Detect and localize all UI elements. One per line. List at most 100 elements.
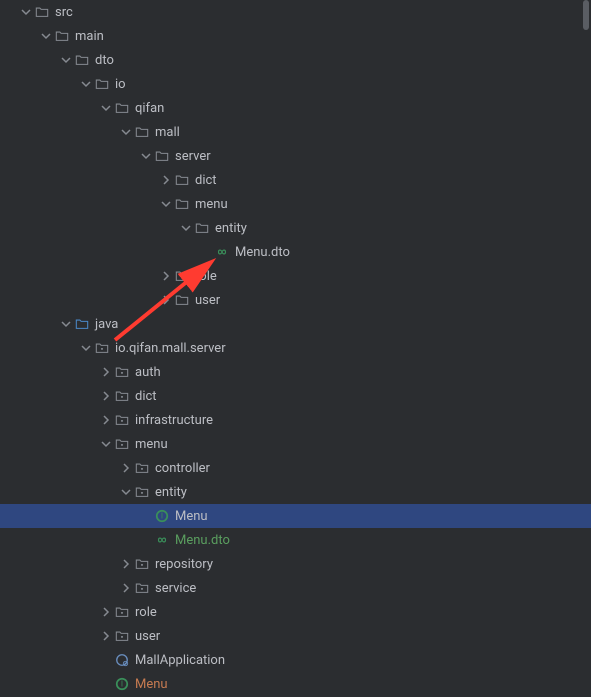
tree-node-menu-dto[interactable]: Menu.dto	[0, 240, 591, 264]
package-icon	[114, 388, 130, 404]
chevron-down-icon[interactable]	[78, 340, 94, 356]
tree-node-menu-dto[interactable]: Menu.dto	[0, 528, 591, 552]
tree-node-dict[interactable]: dict	[0, 384, 591, 408]
folder-icon	[54, 28, 70, 44]
chevron-down-icon[interactable]	[78, 76, 94, 92]
tree-node-label: src	[55, 5, 73, 20]
folder-icon	[74, 52, 90, 68]
package-icon	[134, 460, 150, 476]
tree-node-menu[interactable]: menu	[0, 432, 591, 456]
chevron-right-icon[interactable]	[98, 604, 114, 620]
package-icon	[114, 604, 130, 620]
tree-node-io-qifan-mall-server[interactable]: io.qifan.mall.server	[0, 336, 591, 360]
tree-node-mallapplication[interactable]: MallApplication	[0, 648, 591, 672]
chevron-down-icon[interactable]	[158, 196, 174, 212]
folder-icon	[94, 76, 110, 92]
tree-node-label: io	[115, 77, 126, 92]
tree-node-entity[interactable]: entity	[0, 480, 591, 504]
tree-node-label: menu	[135, 437, 168, 452]
tree-node-role[interactable]: role	[0, 600, 591, 624]
tree-node-label: infrastructure	[135, 413, 213, 428]
tree-node-label: Menu.dto	[235, 245, 290, 260]
tree-node-repository[interactable]: repository	[0, 552, 591, 576]
tree-node-service[interactable]: service	[0, 576, 591, 600]
tree-node-label: Menu	[135, 677, 168, 692]
chevron-right-icon[interactable]	[98, 628, 114, 644]
chevron-down-icon[interactable]	[18, 4, 34, 20]
tree-node-label: dict	[195, 173, 217, 188]
tree-node-server[interactable]: server	[0, 144, 591, 168]
chevron-right-icon[interactable]	[98, 388, 114, 404]
tree-node-label: Menu	[175, 509, 208, 524]
folder-icon	[174, 196, 190, 212]
tree-node-java[interactable]: java	[0, 312, 591, 336]
chevron-right-icon[interactable]	[118, 556, 134, 572]
tree-node-label: dict	[135, 389, 157, 404]
tree-node-label: entity	[215, 221, 247, 236]
chevron-right-icon[interactable]	[118, 460, 134, 476]
chevron-down-icon[interactable]	[118, 124, 134, 140]
tree-node-label: io.qifan.mall.server	[115, 341, 226, 356]
chevron-down-icon[interactable]	[138, 148, 154, 164]
chevron-down-icon[interactable]	[98, 100, 114, 116]
tree-node-src[interactable]: src	[0, 0, 591, 24]
class-icon	[114, 652, 130, 668]
tree-node-infrastructure[interactable]: infrastructure	[0, 408, 591, 432]
package-icon	[134, 484, 150, 500]
chevron-down-icon[interactable]	[38, 28, 54, 44]
tree-node-main[interactable]: main	[0, 24, 591, 48]
scrollbar-thumb[interactable]	[583, 0, 589, 30]
chevron-down-icon[interactable]	[58, 52, 74, 68]
chevron-down-icon[interactable]	[178, 220, 194, 236]
package-icon	[114, 436, 130, 452]
folder-icon	[194, 220, 210, 236]
chevron-down-icon[interactable]	[98, 436, 114, 452]
tree-node-qifan[interactable]: qifan	[0, 96, 591, 120]
chevron-down-icon[interactable]	[58, 316, 74, 332]
tree-node-menu[interactable]: menu	[0, 192, 591, 216]
chevron-right-icon[interactable]	[98, 364, 114, 380]
tree-node-label: auth	[135, 365, 161, 380]
chevron-right-icon[interactable]	[158, 172, 174, 188]
tree-node-label: mall	[155, 125, 180, 140]
tree-node-label: role	[195, 269, 217, 284]
tree-node-label: controller	[155, 461, 210, 476]
folder-icon	[174, 268, 190, 284]
chevron-right-icon[interactable]	[158, 292, 174, 308]
package-icon	[114, 364, 130, 380]
scrollbar[interactable]	[581, 0, 591, 697]
source-folder-icon	[74, 316, 90, 332]
tree-node-mall[interactable]: mall	[0, 120, 591, 144]
interface-icon: I	[114, 676, 130, 692]
tree-node-user[interactable]: user	[0, 288, 591, 312]
folder-icon	[174, 292, 190, 308]
chevron-right-icon[interactable]	[118, 580, 134, 596]
chevron-right-icon[interactable]	[98, 412, 114, 428]
folder-icon	[34, 4, 50, 20]
tree-node-dto[interactable]: dto	[0, 48, 591, 72]
tree-node-auth[interactable]: auth	[0, 360, 591, 384]
tree-node-user[interactable]: user	[0, 624, 591, 648]
folder-icon	[134, 124, 150, 140]
chevron-right-icon[interactable]	[158, 268, 174, 284]
tree-node-label: menu	[195, 197, 228, 212]
dto-file-icon	[214, 244, 230, 260]
folder-icon	[174, 172, 190, 188]
folder-icon	[114, 100, 130, 116]
dto-file-icon	[154, 532, 170, 548]
tree-node-menu[interactable]: IMenu	[0, 504, 591, 528]
tree-node-label: repository	[155, 557, 213, 572]
tree-node-label: server	[175, 149, 211, 164]
tree-node-dict[interactable]: dict	[0, 168, 591, 192]
tree-node-label: user	[135, 629, 160, 644]
chevron-down-icon[interactable]	[118, 484, 134, 500]
tree-node-menu[interactable]: I Menu	[0, 672, 591, 696]
tree-node-entity[interactable]: entity	[0, 216, 591, 240]
tree-node-controller[interactable]: controller	[0, 456, 591, 480]
tree-node-role[interactable]: role	[0, 264, 591, 288]
tree-node-label: java	[95, 317, 118, 332]
tree-node-label: Menu.dto	[175, 533, 230, 548]
tree-node-io[interactable]: io	[0, 72, 591, 96]
tree-node-label: service	[155, 581, 196, 596]
svg-text:I: I	[121, 680, 123, 689]
